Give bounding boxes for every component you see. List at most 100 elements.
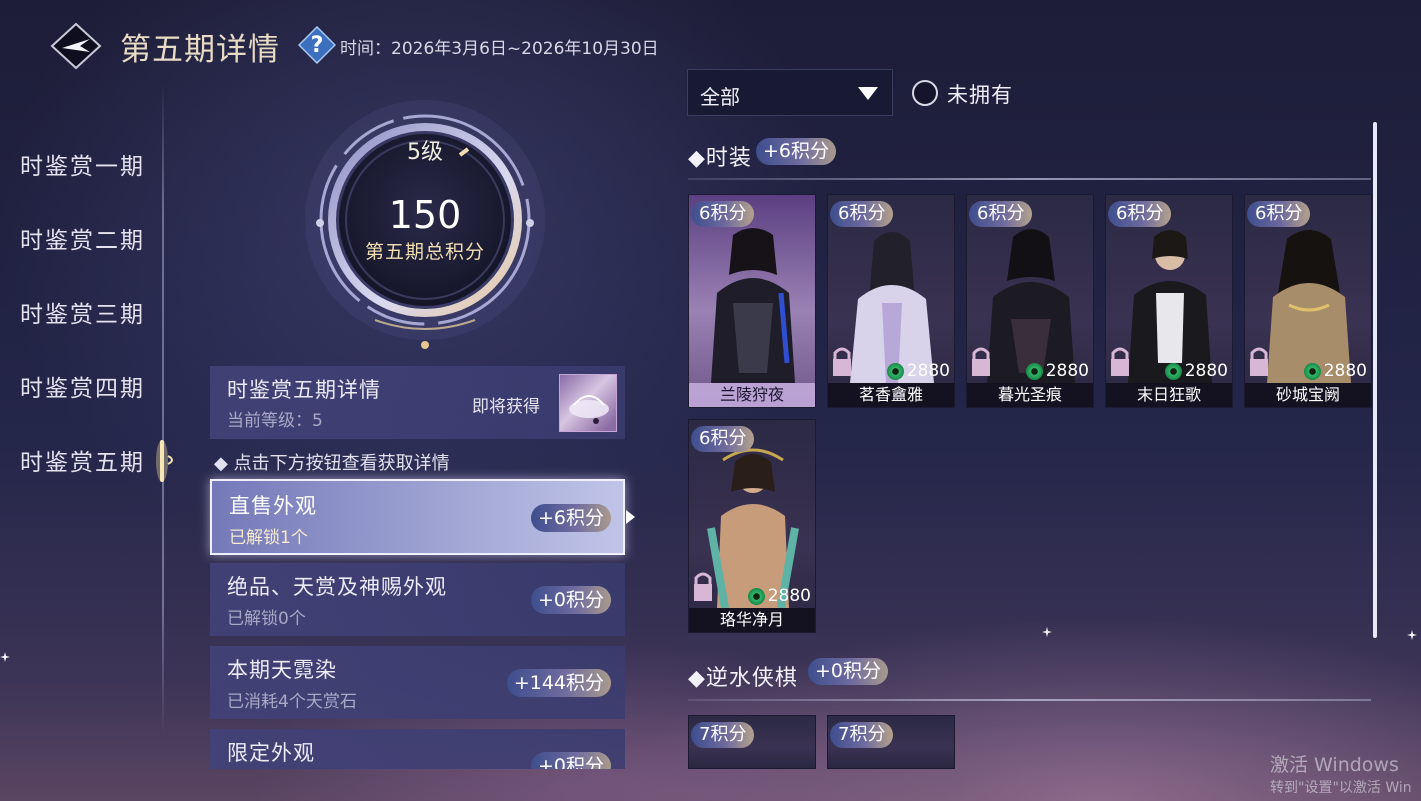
item-price: 2880 [747, 586, 811, 606]
unowned-label[interactable]: 未拥有 [947, 79, 1013, 109]
character-portrait [987, 229, 1075, 383]
item-name: 暮光圣痕 [967, 383, 1093, 407]
character-portrait [707, 448, 799, 608]
nav-item-period-2[interactable]: 时鉴赏二期 [20, 221, 145, 255]
next-reward-thumbnail[interactable] [559, 374, 617, 432]
soon-label: 即将获得 [472, 397, 540, 417]
activation-watermark-sub: 转到"设置"以激活 Win [1270, 780, 1412, 796]
sparkle-icon [0, 652, 10, 662]
question-icon: ? [297, 25, 337, 65]
jade-currency-icon [886, 362, 904, 380]
fashion-item[interactable]: 6积分 2880 末日狂歌 [1105, 194, 1233, 408]
fashion-item[interactable]: 6积分 2880 砂城宝阙 [1244, 194, 1372, 408]
item-name: 砂城宝阙 [1245, 383, 1371, 407]
lock-icon [972, 347, 990, 376]
activation-watermark: 激活 Windows [1270, 754, 1399, 776]
section-points: +6积分 [756, 138, 837, 165]
section-divider [688, 178, 1371, 180]
sparkle-icon [1407, 630, 1417, 640]
filter-dropdown[interactable]: 全部 [687, 69, 893, 116]
dropdown-arrow-icon [858, 87, 878, 100]
item-price: 2880 [1303, 361, 1367, 381]
level-label: 5级 [407, 140, 443, 165]
event-time: 时间：2026年3月6日~2026年10月30日 [340, 39, 659, 59]
category-points: +144积分 [506, 669, 611, 697]
sparkle-icon [1042, 627, 1052, 637]
item-name: 珞华净月 [689, 608, 815, 632]
nav-divider [162, 85, 164, 735]
category-premium-appearance[interactable]: 绝品、天赏及神赐外观 已解锁0个 +0积分 [210, 563, 625, 636]
category-sub: 已消耗4个天赏石 [227, 692, 357, 712]
item-points: 6积分 [969, 201, 1033, 227]
character-portrait [1128, 230, 1212, 383]
character-portrait [1267, 230, 1351, 383]
jade-currency-icon [1303, 362, 1321, 380]
item-price: 2880 [1164, 361, 1228, 381]
lock-icon [1250, 347, 1268, 376]
category-points: +6积分 [530, 504, 611, 532]
item-points: 6积分 [830, 201, 894, 227]
section-points: +0积分 [808, 658, 889, 685]
nav-item-period-4[interactable]: 时鉴赏四期 [20, 369, 145, 403]
details-title: 时鉴赏五期详情 [227, 378, 381, 402]
chess-item[interactable]: 7积分 [688, 715, 816, 769]
character-portrait [850, 232, 934, 383]
jade-currency-icon [747, 587, 765, 605]
category-title: 限定外观 [227, 741, 315, 765]
lock-icon [1111, 347, 1129, 376]
lock-icon [833, 347, 851, 376]
item-name: 末日狂歌 [1106, 383, 1232, 407]
section-title-fashion: ◆时装 [688, 146, 752, 171]
item-points: 6积分 [1108, 201, 1172, 227]
item-price: 2880 [886, 361, 950, 381]
character-portrait [711, 228, 795, 383]
section-divider [688, 699, 1371, 701]
reward-item-icon [569, 395, 609, 424]
category-title: 直售外观 [229, 494, 317, 518]
category-title: 本期天霓染 [227, 658, 337, 682]
period-details-card[interactable]: 时鉴赏五期详情 当前等级：5 即将获得 [210, 366, 625, 439]
page-title: 第五期详情 [120, 32, 280, 68]
category-sub: 已解锁0个 [227, 609, 306, 629]
chess-item[interactable]: 7积分 [827, 715, 955, 769]
category-direct-sale[interactable]: 直售外观 已解锁1个 +6积分 [210, 479, 625, 555]
item-name: 茗香盦雅 [828, 383, 954, 407]
item-points: 6积分 [691, 201, 755, 227]
jade-currency-icon [1164, 362, 1182, 380]
section-title-chess: ◆逆水侠棋 [688, 666, 798, 691]
current-level: 当前等级：5 [227, 411, 323, 431]
item-points: 6积分 [1247, 201, 1311, 227]
selected-arrow-icon [626, 510, 635, 524]
total-score-label: 第五期总积分 [364, 241, 485, 263]
back-arrow-icon [50, 22, 102, 70]
category-points: +0积分 [530, 586, 611, 614]
filter-selected: 全部 [700, 85, 740, 109]
scrollbar[interactable] [1373, 122, 1377, 638]
category-limited[interactable]: 限定外观 +0积分 [210, 729, 625, 769]
jade-currency-icon [1025, 362, 1043, 380]
category-dye[interactable]: 本期天霓染 已消耗4个天赏石 +144积分 [210, 646, 625, 719]
hint-text: ◆ 点击下方按钮查看获取详情 [214, 453, 450, 474]
item-points: 7积分 [830, 722, 894, 748]
fashion-item[interactable]: 6积分 2880 珞华净月 [688, 419, 816, 633]
category-sub: 已解锁1个 [229, 528, 308, 548]
lock-icon [694, 572, 712, 601]
item-points: 7积分 [691, 722, 755, 748]
item-price: 2880 [1025, 361, 1089, 381]
nav-item-period-3[interactable]: 时鉴赏三期 [20, 295, 145, 329]
active-indicator-icon [140, 438, 182, 484]
back-button[interactable] [50, 22, 102, 70]
help-button[interactable]: ? [297, 25, 337, 65]
category-title: 绝品、天赏及神赐外观 [227, 575, 447, 599]
item-name: 兰陵狩夜 [689, 383, 815, 407]
fashion-item[interactable]: 6积分 兰陵狩夜 [688, 194, 816, 408]
fashion-item[interactable]: 6积分 2880 茗香盦雅 [827, 194, 955, 408]
nav-item-period-1[interactable]: 时鉴赏一期 [20, 147, 145, 181]
total-score: 150 [388, 193, 462, 237]
category-points: +0积分 [530, 752, 611, 769]
item-points: 6积分 [691, 426, 755, 452]
unowned-radio[interactable] [912, 80, 938, 106]
svg-text:?: ? [311, 33, 324, 58]
nav-item-period-5[interactable]: 时鉴赏五期 [20, 443, 145, 477]
fashion-item[interactable]: 6积分 2880 暮光圣痕 [966, 194, 1094, 408]
